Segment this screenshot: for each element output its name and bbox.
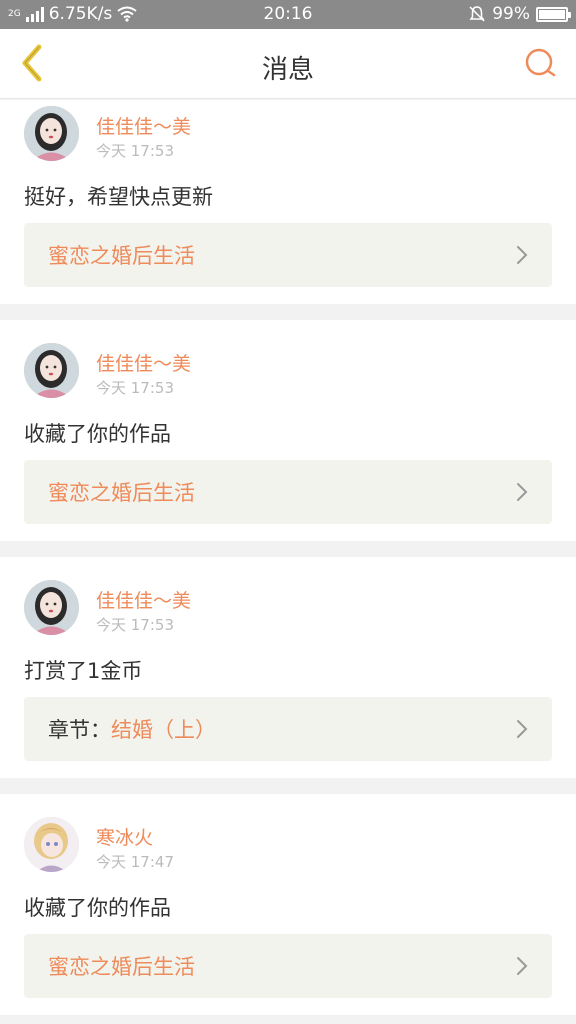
message-text: 打赏了1金币 [24, 659, 143, 683]
status-right: 99% [468, 4, 571, 24]
avatar-girl-image [24, 580, 79, 635]
message-text: 挺好，希望快点更新 [24, 185, 213, 209]
avatar-anime-image [24, 817, 79, 872]
status-bar: 2G 6.75K/s 20:16 99% [0, 0, 576, 29]
nav-bar: 消息 [0, 29, 576, 99]
chevron-right-icon [517, 483, 528, 501]
chapter-label: 章节： [48, 718, 111, 742]
work-link[interactable]: 蜜恋之婚后生活 [24, 934, 552, 998]
timestamp: 今天 17:53 [96, 142, 174, 160]
message-card: 佳佳佳～美 今天 17:53 收藏了你的作品 蜜恋之婚后生活 [0, 320, 576, 541]
username[interactable]: 佳佳佳～美 [96, 112, 191, 139]
work-link[interactable]: 蜜恋之婚后生活 [24, 460, 552, 524]
battery-percent: 99% [492, 4, 530, 24]
chapter-title: 结婚（上） [111, 718, 216, 742]
timestamp: 今天 17:53 [96, 379, 174, 397]
avatar[interactable] [24, 580, 79, 635]
username[interactable]: 佳佳佳～美 [96, 349, 191, 376]
work-title: 蜜恋之婚后生活 [48, 244, 195, 268]
username[interactable]: 寒冰火 [96, 823, 153, 850]
work-title: 蜜恋之婚后生活 [48, 955, 195, 979]
username[interactable]: 佳佳佳～美 [96, 586, 191, 613]
chapter-link[interactable]: 章节： 结婚（上） [24, 697, 552, 761]
search-icon [525, 48, 556, 77]
work-title: 蜜恋之婚后生活 [48, 481, 195, 505]
timestamp: 今天 17:53 [96, 616, 174, 634]
message-card: 寒冰火 今天 17:47 收藏了你的作品 蜜恋之婚后生活 [0, 794, 576, 1015]
message-text: 收藏了你的作品 [24, 896, 171, 920]
avatar-girl-image [24, 343, 79, 398]
message-card: 佳佳佳～美 今天 17:53 挺好，希望快点更新 蜜恋之婚后生活 [0, 100, 576, 304]
chevron-right-icon [517, 720, 528, 738]
message-text: 收藏了你的作品 [24, 422, 171, 446]
message-list: 佳佳佳～美 今天 17:53 挺好，希望快点更新 蜜恋之婚后生活 佳佳佳～美 今… [0, 100, 576, 1024]
avatar[interactable] [24, 343, 79, 398]
avatar-girl-image [24, 106, 79, 161]
chevron-right-icon [517, 246, 528, 264]
page-title: 消息 [261, 55, 314, 85]
message-card: 佳佳佳～美 今天 17:53 打赏了1金币 章节： 结婚（上） [0, 557, 576, 778]
avatar[interactable] [24, 106, 79, 161]
work-link[interactable]: 蜜恋之婚后生活 [24, 223, 552, 287]
mute-bell-icon [469, 6, 485, 22]
avatar[interactable] [24, 817, 79, 872]
chevron-right-icon [517, 957, 528, 975]
search-button[interactable] [520, 43, 560, 83]
battery-icon [536, 6, 571, 22]
timestamp: 今天 17:47 [96, 853, 174, 871]
